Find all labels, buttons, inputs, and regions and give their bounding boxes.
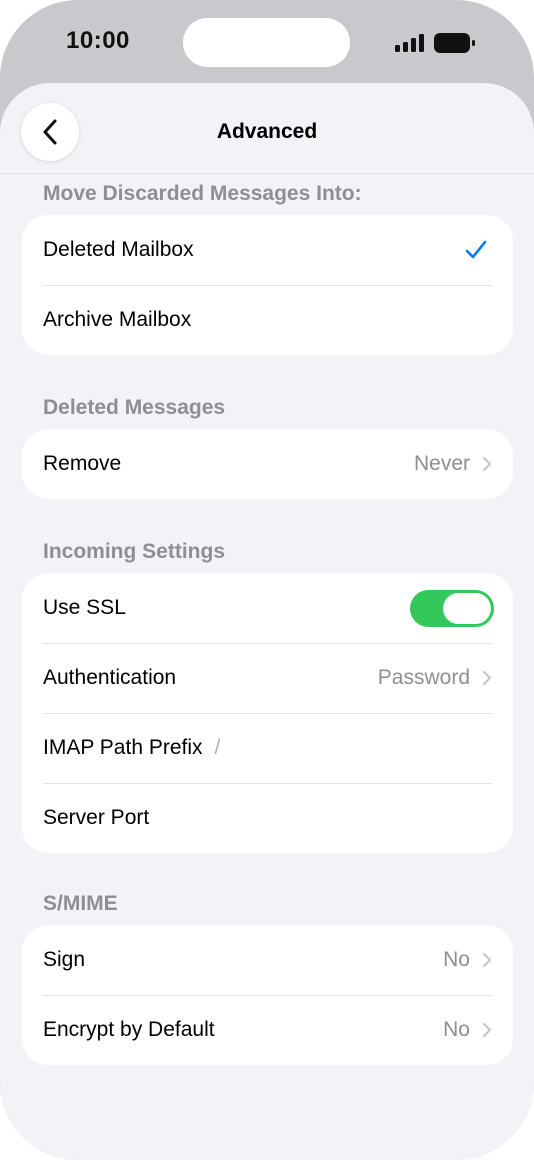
use-ssl-toggle[interactable] (410, 589, 494, 627)
phone-frame: 10:00 Advanced Move Discarded Messages I… (0, 0, 534, 1160)
sign-label: Sign (43, 948, 86, 971)
imap-path-prefix-field[interactable]: / (215, 736, 221, 760)
remove-row[interactable]: Remove Never (22, 429, 513, 499)
smime-group: Sign No Encrypt by Default No (22, 925, 513, 1065)
archive-mailbox-label: Archive Mailbox (43, 308, 192, 331)
use-ssl-label: Use SSL (43, 596, 126, 619)
navigation-bar: Advanced (0, 83, 534, 174)
server-port-row[interactable]: Server Port (22, 783, 513, 853)
remove-label: Remove (43, 452, 122, 475)
incoming-settings-group: Use SSL Authentication Password IMAP Pat… (22, 573, 513, 853)
checkmark-icon (465, 240, 487, 259)
remove-value: Never (413, 452, 470, 475)
deleted-messages-group: Remove Never (22, 429, 513, 499)
status-bar: 10:00 (0, 0, 534, 86)
section-header-move-discarded: Move Discarded Messages Into: (43, 182, 362, 205)
imap-path-prefix-row[interactable]: IMAP Path Prefix / (22, 713, 513, 783)
use-ssl-row: Use SSL (22, 573, 513, 643)
chevron-right-icon (483, 671, 491, 685)
encrypt-by-default-label: Encrypt by Default (43, 1018, 215, 1041)
server-port-label: Server Port (43, 806, 150, 829)
archive-mailbox-row[interactable]: Archive Mailbox (22, 285, 513, 355)
dynamic-island (183, 18, 350, 67)
settings-screen: Advanced Move Discarded Messages Into: D… (0, 83, 534, 1160)
sign-value: No (443, 948, 470, 971)
authentication-value: Password (377, 666, 470, 689)
chevron-right-icon (483, 953, 491, 967)
sign-row[interactable]: Sign No (22, 925, 513, 995)
chevron-right-icon (483, 1023, 491, 1037)
authentication-label: Authentication (43, 666, 177, 689)
signal-icon (395, 34, 424, 52)
encrypt-by-default-value: No (443, 1018, 470, 1041)
move-discarded-group: Deleted Mailbox Archive Mailbox (22, 215, 513, 355)
authentication-row[interactable]: Authentication Password (22, 643, 513, 713)
encrypt-by-default-row[interactable]: Encrypt by Default No (22, 995, 513, 1065)
section-header-deleted-messages: Deleted Messages (43, 396, 226, 419)
deleted-mailbox-label: Deleted Mailbox (43, 238, 194, 261)
status-time: 10:00 (66, 27, 130, 54)
section-header-smime: S/MIME (43, 892, 118, 915)
chevron-right-icon (483, 457, 491, 471)
section-header-incoming: Incoming Settings (43, 540, 226, 563)
toggle-knob (443, 592, 491, 624)
page-title: Advanced (216, 120, 318, 143)
deleted-mailbox-row[interactable]: Deleted Mailbox (22, 215, 513, 285)
battery-icon (434, 33, 475, 53)
imap-path-prefix-label: IMAP Path Prefix (43, 736, 203, 759)
